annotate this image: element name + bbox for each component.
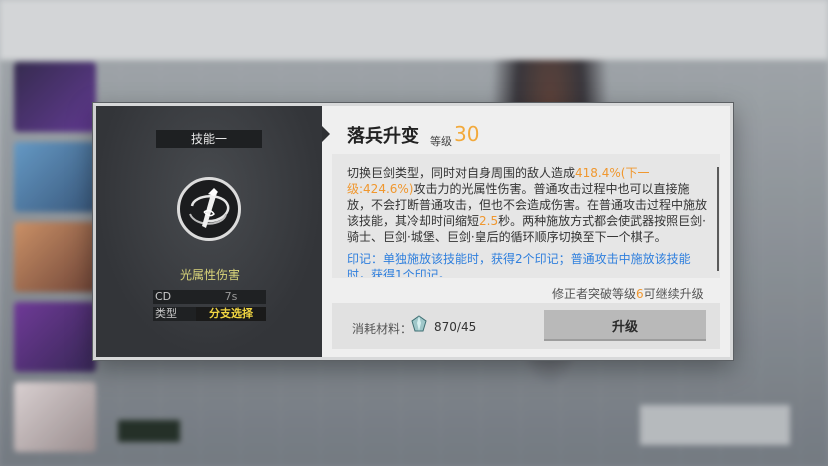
type-value: 分支选择 [196,307,266,321]
skill-description: 切换巨剑类型，同时对自身周围的敌人造成418.4%(下一级:424.6%)攻击力… [347,165,713,245]
level-value: 30 [454,122,480,146]
cooldown-value: 7s [224,290,238,303]
damage-attribute: 光属性伤害 [179,268,240,282]
requirement-level: 6 [636,287,644,301]
sword-spiral-icon [189,188,230,228]
crystal-icon [410,315,428,333]
upgrade-button[interactable]: 升级 [544,310,706,341]
requirement-text: 修正者突破等级 [552,287,637,301]
skill-icon [177,177,241,241]
skill-name: 落兵升变 [347,126,419,147]
mark-note: 印记：单独施放该技能时，获得2个印记；普通攻击中施放该技能时，获得1个印记。 [347,252,691,277]
description-scrollbar[interactable] [717,167,719,271]
cost-label: 消耗材料： [352,322,413,336]
title-notch [322,126,330,142]
description-text: 切换巨剑类型，同时对自身周围的敌人造成 [347,166,576,180]
cost-value: 870/45 [434,320,477,334]
cooldown-reduction: 2.5 [479,214,499,228]
skill-tab[interactable]: 技能一 [156,130,262,148]
level-label: 等级 [430,135,452,148]
cooldown-row: CD 7s [153,290,266,304]
type-label: 类型 [155,307,177,320]
upgrade-requirement: 修正者突破等级6可继续升级 [552,285,704,302]
type-row: 类型 分支选择 [153,307,266,321]
requirement-text: 可继续升级 [643,287,704,301]
cooldown-label: CD [155,290,172,303]
